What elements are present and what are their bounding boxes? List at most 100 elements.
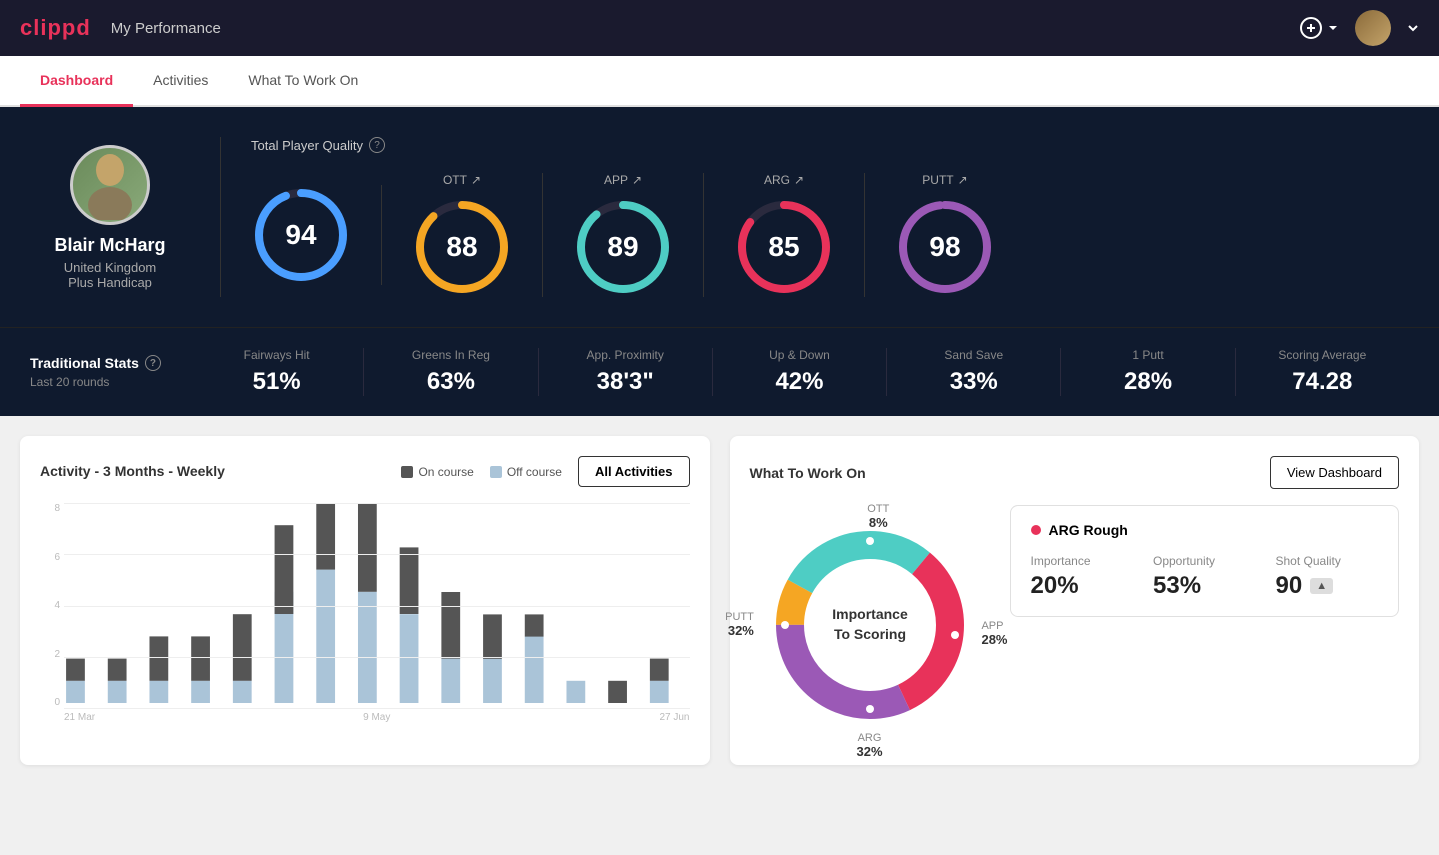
app-arrow: ↗ bbox=[632, 173, 642, 187]
circle-tpq-wrapper: 94 bbox=[251, 185, 351, 285]
y-axis: 0 2 4 6 8 bbox=[40, 503, 64, 708]
circle-arg: ARG ↗ 85 bbox=[704, 173, 865, 297]
header-right bbox=[1299, 10, 1419, 46]
y-label-4: 4 bbox=[40, 600, 64, 611]
legend-on-course-dot bbox=[401, 466, 413, 478]
arg-stat-shot-quality: Shot Quality 90 ▲ bbox=[1276, 554, 1379, 600]
view-dashboard-button[interactable]: View Dashboard bbox=[1270, 456, 1399, 489]
legend-off-course: Off course bbox=[490, 465, 562, 479]
tab-what-to-work-on[interactable]: What To Work On bbox=[228, 56, 378, 107]
bar-group-3 bbox=[149, 636, 168, 703]
all-activities-button[interactable]: All Activities bbox=[578, 456, 690, 487]
bar-group-1 bbox=[66, 659, 85, 703]
player-location: United Kingdom bbox=[64, 260, 157, 275]
arg-shot-quality-label: Shot Quality bbox=[1276, 554, 1379, 568]
quality-header: Total Player Quality ? bbox=[251, 137, 1409, 153]
chart-area: 0 2 4 6 8 bbox=[40, 503, 690, 723]
trad-stats-info-icon[interactable]: ? bbox=[145, 355, 161, 371]
avatar[interactable] bbox=[1355, 10, 1391, 46]
putt-seg-name: PUTT bbox=[725, 611, 754, 623]
arg-shot-quality-value-text: 90 bbox=[1276, 572, 1303, 600]
arg-card: ARG Rough Importance 20% Opportunity bbox=[1010, 505, 1400, 617]
app-seg-name: APP bbox=[981, 620, 1007, 632]
trad-stats-title-text: Traditional Stats bbox=[30, 355, 139, 371]
bars-svg bbox=[64, 503, 690, 703]
donut-center-line2: To Scoring bbox=[833, 626, 905, 642]
chart-inner: 0 2 4 6 8 bbox=[40, 503, 690, 708]
quality-section: Total Player Quality ? 94 bbox=[251, 137, 1409, 297]
putt-label: PUTT ↗ bbox=[922, 173, 967, 187]
stat-one-putt-value: 28% bbox=[1081, 368, 1214, 396]
putt-label-text: PUTT bbox=[922, 173, 953, 187]
y-label-6: 6 bbox=[40, 552, 64, 563]
stat-group-label: Traditional Stats ? Last 20 rounds bbox=[30, 355, 190, 389]
circle-putt: PUTT ↗ 98 bbox=[865, 173, 1025, 297]
putt-seg-value: 32% bbox=[725, 623, 754, 638]
donut-svg: Importance To Scoring bbox=[750, 505, 990, 745]
logo: clippd bbox=[20, 15, 91, 41]
stat-one-putt: 1 Putt 28% bbox=[1061, 348, 1235, 396]
chevron-down-icon bbox=[1327, 22, 1339, 34]
add-button[interactable] bbox=[1299, 16, 1339, 40]
app-dot bbox=[951, 631, 959, 639]
chart-bars-wrapper bbox=[64, 503, 690, 708]
arg-stat-importance: Importance 20% bbox=[1031, 554, 1134, 600]
ott-segment-label: OTT 8% bbox=[867, 503, 889, 530]
top-header: clippd My Performance bbox=[0, 0, 1439, 56]
circle-app: APP ↗ 89 bbox=[543, 173, 704, 297]
stat-sand-value: 33% bbox=[907, 368, 1040, 396]
avatar-chevron-icon bbox=[1407, 22, 1419, 34]
bar-group-15 bbox=[650, 659, 669, 703]
circle-ott-wrapper: 88 bbox=[412, 197, 512, 297]
y-label-8: 8 bbox=[40, 503, 64, 514]
player-handicap: Plus Handicap bbox=[68, 275, 152, 290]
arg-opportunity-label: Opportunity bbox=[1153, 554, 1256, 568]
tab-activities[interactable]: Activities bbox=[133, 56, 228, 107]
ott-arrow: ↗ bbox=[471, 173, 481, 187]
arg-card-dot bbox=[1031, 525, 1041, 535]
x-label-27-jun: 27 Jun bbox=[564, 712, 689, 723]
arg-card-title: ARG Rough bbox=[1031, 522, 1379, 538]
bottom-panels: Activity - 3 Months - Weekly On course O… bbox=[0, 416, 1439, 785]
activity-panel-title: Activity - 3 Months - Weekly bbox=[40, 463, 225, 481]
bar-group-9 bbox=[400, 547, 419, 703]
player-name: Blair McHarg bbox=[54, 235, 165, 256]
header-left: clippd My Performance bbox=[20, 15, 221, 41]
legend-on-course-label: On course bbox=[418, 465, 473, 479]
stats-bar: Traditional Stats ? Last 20 rounds Fairw… bbox=[0, 327, 1439, 416]
tab-dashboard[interactable]: Dashboard bbox=[20, 56, 133, 107]
app-segment-label: APP 28% bbox=[981, 620, 1007, 647]
arg-seg-name: ARG bbox=[856, 732, 882, 744]
stat-fairways-label: Fairways Hit bbox=[210, 348, 343, 362]
arg-label-text: ARG bbox=[764, 173, 790, 187]
stat-app-prox-label: App. Proximity bbox=[559, 348, 692, 362]
arg-card-wrapper: ARG Rough Importance 20% Opportunity bbox=[1010, 505, 1400, 617]
app-label-text: APP bbox=[604, 173, 628, 187]
bar-group-11 bbox=[483, 614, 502, 703]
ott-dot bbox=[866, 537, 874, 545]
activity-panel-header: Activity - 3 Months - Weekly On course O… bbox=[40, 456, 690, 487]
stat-up-down-value: 42% bbox=[733, 368, 866, 396]
activity-title-text: Activity - 3 Months - Weekly bbox=[40, 463, 225, 479]
activity-panel: Activity - 3 Months - Weekly On course O… bbox=[20, 436, 710, 765]
arg-dot-chart bbox=[866, 705, 874, 713]
arg-stat-opportunity: Opportunity 53% bbox=[1153, 554, 1256, 600]
player-info: Blair McHarg United Kingdom Plus Handica… bbox=[30, 145, 190, 290]
stat-greens-in-reg: Greens In Reg 63% bbox=[364, 348, 538, 396]
app-seg-value: 28% bbox=[981, 632, 1007, 647]
arg-opportunity-value-text: 53% bbox=[1153, 572, 1201, 600]
player-avatar bbox=[70, 145, 150, 225]
stat-sand-save: Sand Save 33% bbox=[887, 348, 1061, 396]
stat-scoring-avg: Scoring Average 74.28 bbox=[1236, 348, 1409, 396]
stat-scoring-label: Scoring Average bbox=[1256, 348, 1389, 362]
putt-segment-label: PUTT 32% bbox=[725, 611, 754, 638]
stat-app-proximity: App. Proximity 38'3" bbox=[539, 348, 713, 396]
donut-chart-area: Importance To Scoring OTT 8% APP 28% bbox=[750, 505, 990, 745]
circle-ott: OTT ↗ 88 bbox=[382, 173, 543, 297]
ott-seg-name: OTT bbox=[867, 503, 889, 515]
y-label-2: 2 bbox=[40, 649, 64, 660]
header-title: My Performance bbox=[111, 20, 221, 37]
arg-value: 85 bbox=[768, 231, 799, 263]
bar-group-2 bbox=[108, 659, 127, 703]
quality-info-icon[interactable]: ? bbox=[369, 137, 385, 153]
